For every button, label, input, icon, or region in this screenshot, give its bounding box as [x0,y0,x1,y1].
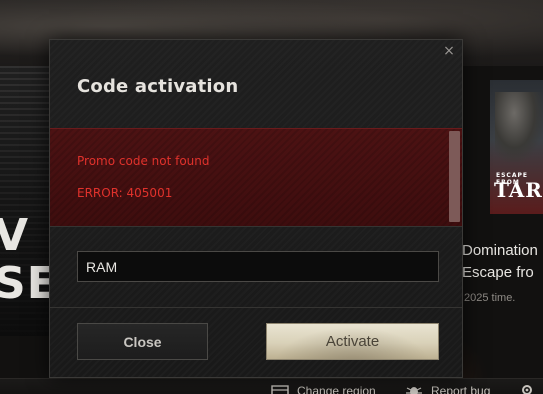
report-bug-button[interactable]: Report bug [405,384,490,394]
settings-button[interactable] [518,384,536,394]
error-message: Promo code not found [77,154,210,168]
error-panel: Promo code not found ERROR: 405001 [50,128,462,227]
report-bug-label: Report bug [431,384,491,394]
news-title-line-2: Escape fro [462,264,534,281]
change-region-button[interactable]: Change region [271,384,376,394]
promo-code-input[interactable] [77,251,439,282]
settings-icon [518,384,536,394]
change-region-icon [271,385,289,394]
news-title[interactable]: Domination | Escape fro [462,240,543,284]
code-activation-dialog: × Code activation Promo code not found E… [49,39,463,378]
close-button[interactable]: Close [77,323,208,360]
divider [50,226,462,227]
report-bug-icon [405,385,423,394]
news-title-line-1: Domination | [462,242,543,259]
right-card-artwork [495,92,543,162]
close-icon[interactable]: × [442,44,456,58]
left-banner-line-2: SE [0,258,58,309]
left-banner-line-1: V [0,210,30,261]
game-logo: TARK [494,178,543,202]
error-panel-scrollbar[interactable] [449,131,460,222]
launcher-window: V SE ESCAPE FROM TARK Domination | Escap… [0,0,543,394]
activate-button[interactable]: Activate [266,323,439,360]
divider [50,307,462,308]
dialog-title: Code activation [77,76,239,97]
change-region-label: Change region [297,384,376,394]
left-banner-text: V SE [0,210,58,309]
error-code: ERROR: 405001 [77,186,173,200]
